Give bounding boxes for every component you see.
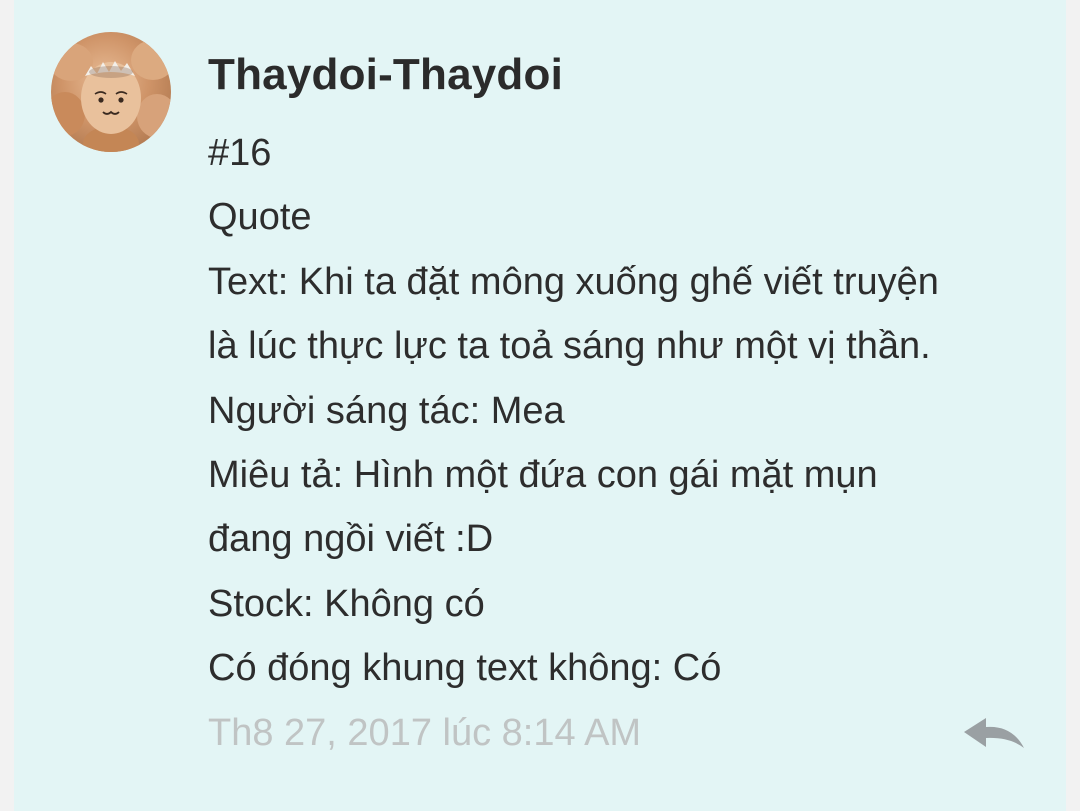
right-margin [1066, 0, 1080, 811]
post-text-line: Có đóng khung text không: Có [208, 647, 722, 690]
reply-button[interactable] [960, 712, 1030, 760]
author-avatar[interactable] [51, 32, 171, 152]
post-text-line: Miêu tả: Hình một đứa con gái mặt mụn [208, 454, 878, 497]
post-card: Thaydoi-Thaydoi #16 Quote Text: Khi ta đ… [14, 0, 1066, 811]
post-text-line: Người sáng tác: Mea [208, 389, 565, 432]
post-author-name[interactable]: Thaydoi-Thaydoi [208, 50, 563, 100]
egg-avatar-image [51, 40, 171, 152]
post-text-line: Text: Khi ta đặt mông xuống ghế viết tru… [208, 260, 939, 303]
post-content: #16 Quote Text: Khi ta đặt mông xuống gh… [208, 121, 1068, 701]
post-timestamp: Th8 27, 2017 lúc 8:14 AM [208, 712, 642, 754]
left-margin [0, 0, 14, 811]
post-text-line: là lúc thực lực ta toả sáng như một vị t… [208, 325, 931, 368]
post-text-line: Stock: Không có [208, 582, 485, 625]
post-text-line: đang ngồi viết :D [208, 518, 494, 561]
post-number: #16 [208, 132, 272, 174]
post-text-line: Quote [208, 196, 312, 239]
reply-arrow-icon [964, 718, 1024, 748]
